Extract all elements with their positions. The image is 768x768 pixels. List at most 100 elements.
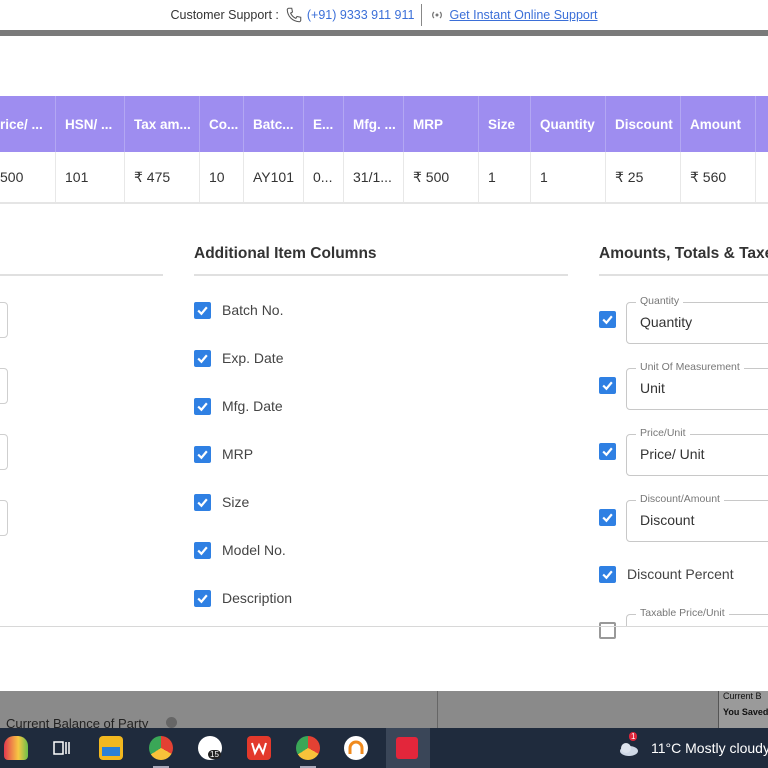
table-cell: 500 xyxy=(0,152,56,202)
header-cell xyxy=(756,96,768,152)
flowers-icon[interactable] xyxy=(4,736,28,760)
support-bar: Customer Support : (+91) 9333 911 911 Ge… xyxy=(0,0,768,30)
discount-field[interactable]: Discount/Amount Discount xyxy=(626,493,768,542)
taskbar: 15 1 11°C Mostly cloudy xyxy=(0,728,768,768)
signal-icon xyxy=(430,8,444,22)
checkbox-exp-date[interactable] xyxy=(194,350,211,367)
field-legend: Taxable Price/Unit xyxy=(636,607,729,619)
panel-line: You Saved xyxy=(723,707,768,717)
checkbox-mfg-date[interactable] xyxy=(194,398,211,415)
header-cell: E... xyxy=(304,96,344,152)
table-cell: 1 xyxy=(531,152,606,202)
checkbox-label: Size xyxy=(222,494,250,510)
unit-field[interactable]: Unit Of Measurement Unit xyxy=(626,361,768,410)
header-cell: rice/ ... xyxy=(0,96,56,152)
field-legend: Quantity xyxy=(636,295,684,307)
file-explorer-icon[interactable] xyxy=(99,736,123,760)
vyapar-app-button[interactable] xyxy=(386,728,430,768)
header-cell: Amount xyxy=(681,96,756,152)
table-cell: 1 xyxy=(479,152,531,202)
table-cell: AY101 xyxy=(244,152,304,202)
table-cell: ₹ 500 xyxy=(404,152,479,202)
checkbox-size[interactable] xyxy=(194,494,211,511)
checkbox-label: Description xyxy=(222,590,293,606)
checkbox-discount-percent[interactable] xyxy=(599,566,616,583)
field-value: Quantity xyxy=(640,314,693,330)
panel-line: Current B xyxy=(723,691,762,701)
taxable-price-field[interactable]: Taxable Price/Unit xyxy=(626,607,768,626)
divider xyxy=(437,691,438,728)
weather-icon[interactable]: 1 xyxy=(617,732,641,760)
phone-icon xyxy=(285,6,303,24)
checkbox-label: Model No. xyxy=(222,542,286,558)
header-cell: Batc... xyxy=(244,96,304,152)
quantity-field[interactable]: Quantity Quantity xyxy=(626,295,768,344)
table-row: 500 101 ₹ 475 10 AY101 0... 31/1... ₹ 50… xyxy=(0,152,768,204)
header-cell: Tax am... xyxy=(125,96,200,152)
section-title-amounts: Amounts, Totals & Taxes xyxy=(599,245,768,262)
header-cell: Mfg. ... xyxy=(344,96,404,152)
header-cell: Size xyxy=(479,96,531,152)
divider xyxy=(420,4,422,26)
support-phone[interactable]: (+91) 9333 911 911 xyxy=(307,8,415,22)
text-field[interactable] xyxy=(0,434,8,470)
checkbox-quantity[interactable] xyxy=(599,311,616,328)
checkbox-taxable-price[interactable] xyxy=(599,622,616,639)
whatsapp-badge: 15 xyxy=(208,750,221,759)
whatsapp-icon[interactable]: 15 xyxy=(198,736,222,760)
header-cell: Discount xyxy=(606,96,681,152)
modal-footer-divider xyxy=(0,626,768,627)
field-legend: Discount/Amount xyxy=(636,493,724,505)
price-unit-field[interactable]: Price/Unit Price/ Unit xyxy=(626,427,768,476)
checkbox-mrp[interactable] xyxy=(194,446,211,463)
table-cell: 101 xyxy=(56,152,125,202)
weather-text: 11°C Mostly cloudy xyxy=(651,740,768,756)
settings-modal: rice/ ... HSN/ ... Tax am... Co... Batc.… xyxy=(0,36,768,691)
section-divider xyxy=(0,274,163,276)
vyapar-icon xyxy=(396,737,418,759)
field-legend: Price/Unit xyxy=(636,427,690,439)
checkbox-label: Exp. Date xyxy=(222,350,284,366)
header-cell: Co... xyxy=(200,96,244,152)
text-field[interactable] xyxy=(0,500,8,536)
table-cell: 0... xyxy=(304,152,344,202)
header-cell: HSN/ ... xyxy=(56,96,125,152)
task-view-icon[interactable] xyxy=(50,736,74,760)
checkbox-description[interactable] xyxy=(194,590,211,607)
section-divider xyxy=(599,274,768,276)
text-field[interactable] xyxy=(0,368,8,404)
info-icon xyxy=(166,717,177,728)
vpn-app-icon[interactable] xyxy=(344,736,368,760)
checkbox-price-unit[interactable] xyxy=(599,443,616,460)
checkbox-label: Mfg. Date xyxy=(222,398,283,414)
table-cell: 31/1... xyxy=(344,152,404,202)
checkbox-discount[interactable] xyxy=(599,509,616,526)
checkbox-label: Batch No. xyxy=(222,302,284,318)
support-label: Customer Support : xyxy=(170,8,279,22)
field-value: Unit xyxy=(640,380,665,396)
field-value: Discount xyxy=(640,512,695,528)
table-cell: 10 xyxy=(200,152,244,202)
checkbox-label: Discount Percent xyxy=(627,566,734,582)
header-cell: MRP xyxy=(404,96,479,152)
section-divider xyxy=(194,274,568,276)
field-value: Price/ Unit xyxy=(640,446,705,462)
background-page: Current Balance of Party Current B You S… xyxy=(0,691,768,731)
text-field[interactable] xyxy=(0,302,8,338)
chrome-icon[interactable] xyxy=(296,736,320,760)
table-cell: ₹ 560 xyxy=(681,152,756,202)
summary-panel: Current B You Saved xyxy=(718,691,768,728)
wps-office-icon[interactable] xyxy=(247,736,271,760)
online-support-link[interactable]: Get Instant Online Support xyxy=(450,8,598,22)
checkbox-label: MRP xyxy=(222,446,254,462)
checkbox-model-no[interactable] xyxy=(194,542,211,559)
table-cell xyxy=(756,152,768,202)
table-header: rice/ ... HSN/ ... Tax am... Co... Batc.… xyxy=(0,96,768,152)
chrome-profile-icon[interactable] xyxy=(149,736,173,760)
checkbox-unit[interactable] xyxy=(599,377,616,394)
field-legend: Unit Of Measurement xyxy=(636,361,744,373)
checkbox-batch-no[interactable] xyxy=(194,302,211,319)
table-cell: ₹ 25 xyxy=(606,152,681,202)
table-cell: ₹ 475 xyxy=(125,152,200,202)
section-title-additional: Additional Item Columns xyxy=(194,245,377,262)
